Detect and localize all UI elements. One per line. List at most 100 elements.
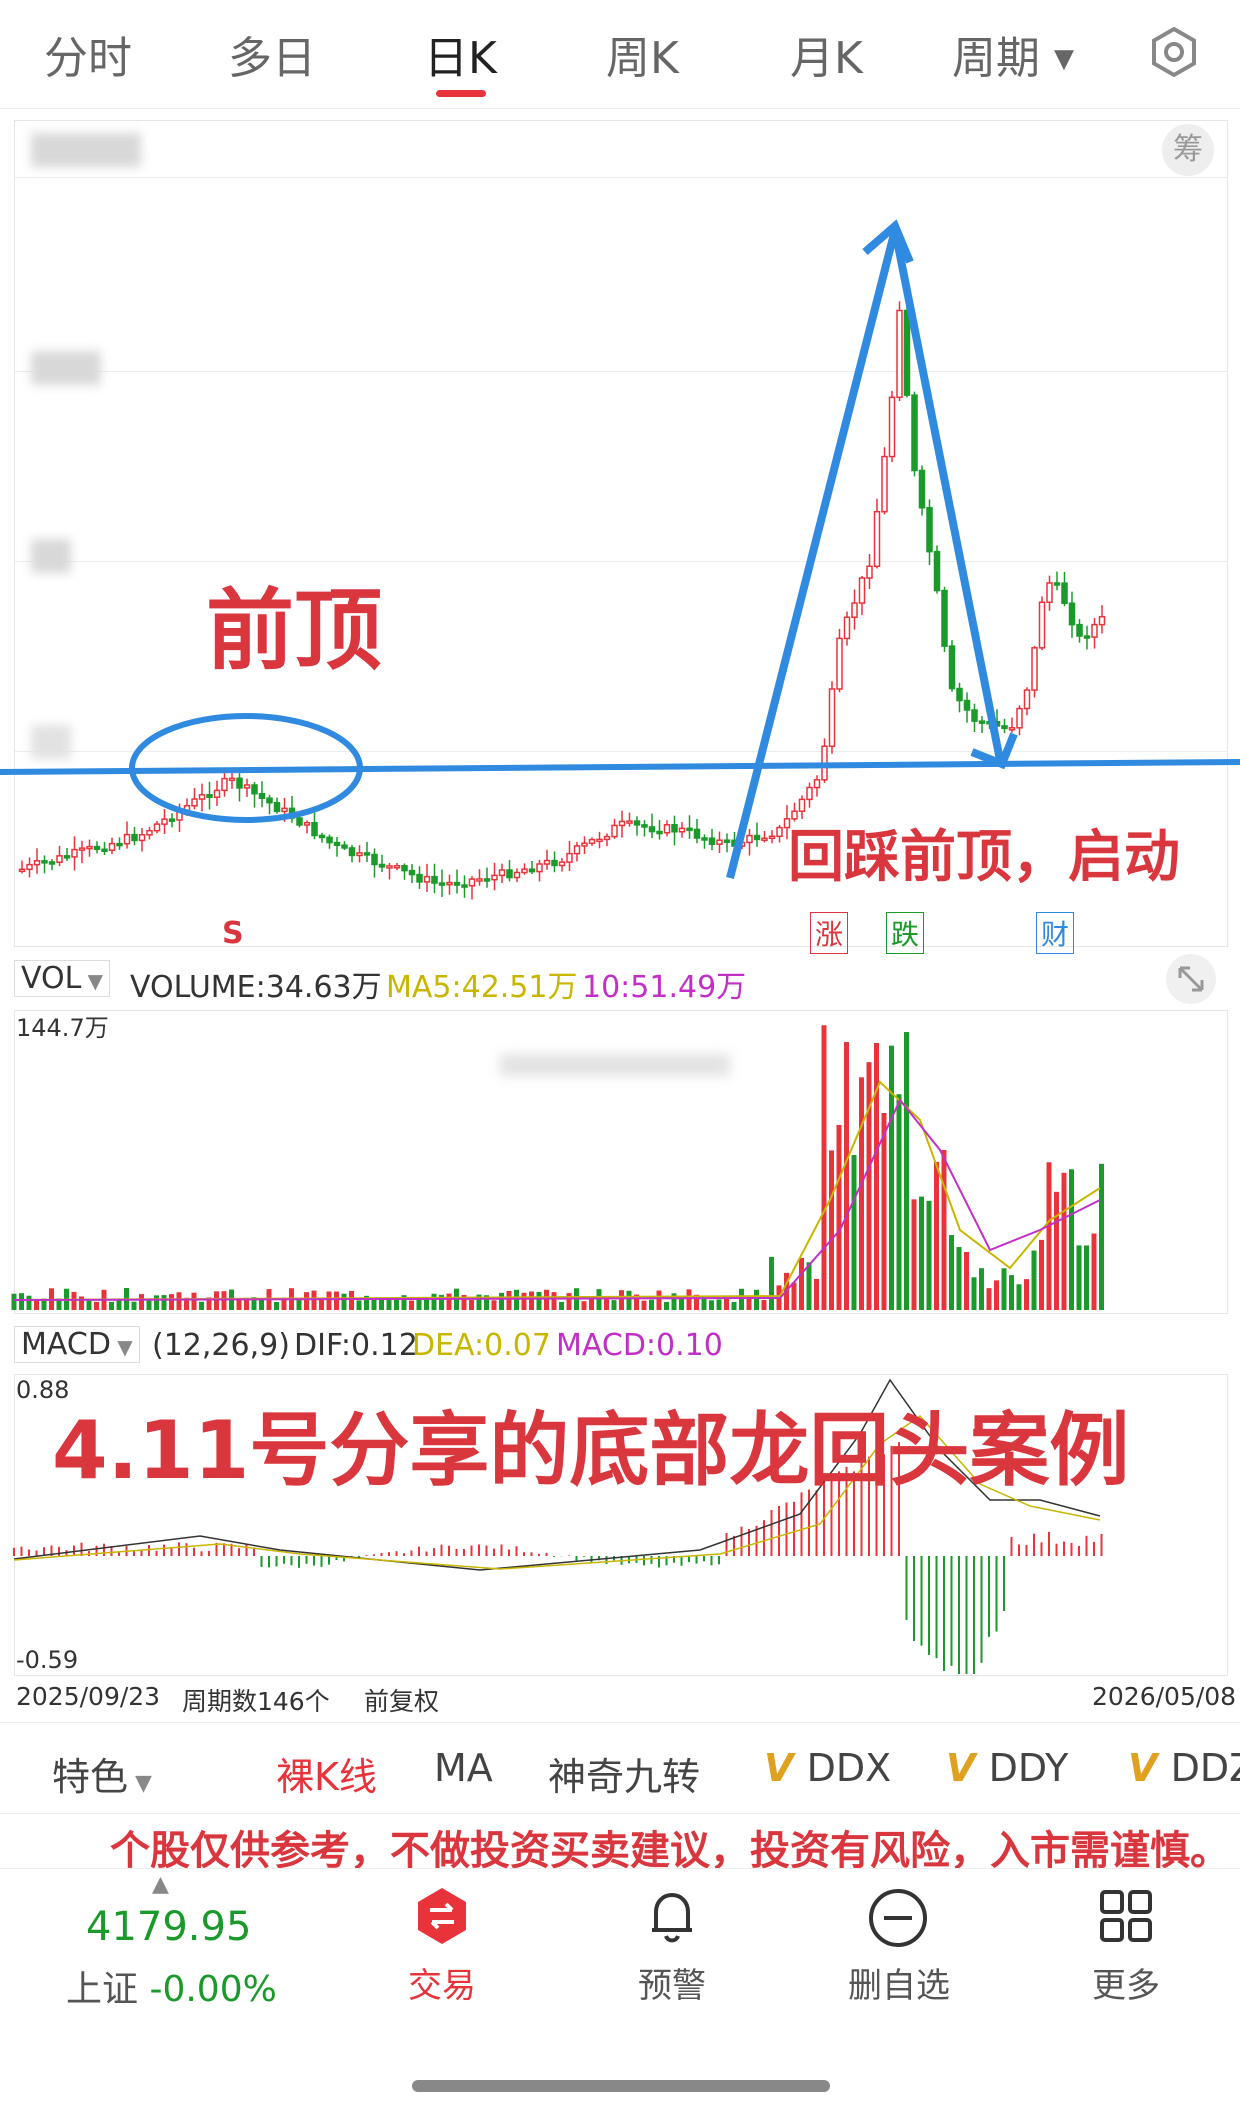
candle-body xyxy=(678,827,686,833)
volume-bar xyxy=(724,1298,729,1310)
candle-body xyxy=(401,865,408,872)
volume-bar xyxy=(911,1199,917,1310)
volume-bar xyxy=(1046,1162,1052,1310)
candle-body xyxy=(161,818,168,825)
candle-body xyxy=(656,830,663,835)
candle-body xyxy=(828,688,836,747)
index-summary[interactable]: 上证 -0.00% xyxy=(66,1960,277,2012)
toolbar-ddx[interactable]: V DDX xyxy=(764,1746,891,1790)
volume-bar xyxy=(551,1292,557,1310)
tag-fall[interactable]: 跌 xyxy=(886,912,925,954)
vol-indicator-select[interactable]: VOL ▼ xyxy=(14,960,111,997)
candle-body xyxy=(686,827,693,832)
candle-body xyxy=(663,824,671,834)
toolbar-naked-k[interactable]: 裸K线 xyxy=(276,1746,377,1801)
nav-alert[interactable]: 预警 xyxy=(612,1958,732,2007)
volume-bar xyxy=(709,1300,714,1310)
candle-body xyxy=(746,834,753,844)
bell-icon[interactable] xyxy=(642,1884,702,1948)
candle-body xyxy=(866,565,873,579)
axis-end-date: 2026/05/08 xyxy=(1092,1682,1237,1711)
volume-bar xyxy=(499,1292,504,1310)
index-value[interactable]: 4179.95 xyxy=(86,1904,251,1950)
volume-bar xyxy=(1076,1245,1082,1310)
volume-bar xyxy=(994,1280,999,1310)
candle-body xyxy=(213,789,221,798)
candle-body xyxy=(48,861,56,865)
candle-body xyxy=(33,860,41,866)
volume-bar xyxy=(979,1268,984,1310)
volume-bar xyxy=(844,1042,849,1310)
volume-bar xyxy=(371,1299,377,1310)
candle-body xyxy=(708,837,716,845)
volume-bar xyxy=(79,1296,84,1310)
volume-bar xyxy=(341,1293,347,1310)
tag-rise[interactable]: 涨 xyxy=(810,912,849,954)
v-badge-icon: V xyxy=(764,1746,807,1790)
candle-body xyxy=(131,833,138,842)
vol-ma10-value: 10:51.49万 xyxy=(582,970,747,1005)
toolbar-ma[interactable]: MA xyxy=(434,1746,493,1790)
volume-bar xyxy=(491,1300,497,1310)
volume-bar xyxy=(1001,1268,1007,1310)
volume-bar xyxy=(11,1293,17,1310)
candle-body xyxy=(356,852,363,857)
volume-bar xyxy=(379,1298,384,1310)
candle-body xyxy=(318,834,326,839)
volume-bar xyxy=(1084,1245,1089,1310)
volume-bar xyxy=(521,1292,527,1310)
candle-body xyxy=(258,792,266,799)
volume-bar xyxy=(754,1289,759,1310)
v-badge-icon: V xyxy=(946,1746,989,1790)
candle-body xyxy=(191,798,198,807)
nav-trade[interactable]: 交易 xyxy=(382,1958,502,2007)
chevron-down-icon: ▼ xyxy=(110,1335,133,1359)
nav-more[interactable]: 更多 xyxy=(1066,1958,1186,2007)
remove-circle-icon[interactable] xyxy=(866,1886,930,1950)
toolbar-feature[interactable]: 特色 ▼ xyxy=(52,1746,152,1801)
tag-finance[interactable]: 财 xyxy=(1036,912,1075,954)
chevron-down-icon: ▼ xyxy=(81,969,104,993)
volume-bar xyxy=(431,1293,437,1310)
candle-body xyxy=(311,821,318,837)
candle-body xyxy=(843,616,851,640)
volume-bar xyxy=(71,1291,77,1310)
volume-bar xyxy=(86,1300,92,1310)
volume-chart xyxy=(11,1025,1104,1310)
candle-body xyxy=(326,836,333,844)
volume-bar xyxy=(881,1113,887,1310)
toolbar-ddz[interactable]: V DDZ xyxy=(1128,1746,1240,1790)
trade-icon[interactable] xyxy=(412,1886,472,1946)
v-badge-icon: V xyxy=(1128,1746,1171,1790)
volume-bar xyxy=(326,1291,332,1310)
candle-body xyxy=(611,824,618,838)
volume-bar xyxy=(146,1300,152,1310)
macd-indicator-select[interactable]: MACD ▼ xyxy=(14,1326,140,1363)
candle-body xyxy=(273,801,281,813)
volume-bar xyxy=(131,1301,137,1310)
candle-body xyxy=(971,709,978,722)
volume-bar xyxy=(559,1301,564,1310)
candle-body xyxy=(371,853,378,866)
toolbar-nine-turn[interactable]: 神奇九转 xyxy=(548,1746,700,1801)
candle-body xyxy=(941,589,948,647)
expand-icon[interactable] xyxy=(1166,954,1216,1004)
volume-bar xyxy=(679,1297,684,1310)
volume-bar xyxy=(1069,1169,1074,1310)
prev-top-horizontal-line xyxy=(0,759,1240,775)
candle-body xyxy=(333,841,341,846)
volume-bar xyxy=(896,1094,902,1310)
volume-bar xyxy=(626,1290,632,1310)
candle-body xyxy=(1046,582,1053,603)
volume-bar xyxy=(536,1291,542,1310)
volume-bar xyxy=(394,1299,399,1310)
grid-more-icon[interactable] xyxy=(1096,1886,1156,1946)
candle-body xyxy=(1016,707,1023,729)
volume-bar xyxy=(109,1301,114,1310)
nav-remove-watchlist[interactable]: 删自选 xyxy=(824,1958,974,2007)
candle-body xyxy=(521,868,528,874)
candle-body xyxy=(558,861,566,867)
candle-body xyxy=(1053,582,1061,586)
candle-body xyxy=(236,777,243,789)
toolbar-ddy[interactable]: V DDY xyxy=(946,1746,1068,1790)
